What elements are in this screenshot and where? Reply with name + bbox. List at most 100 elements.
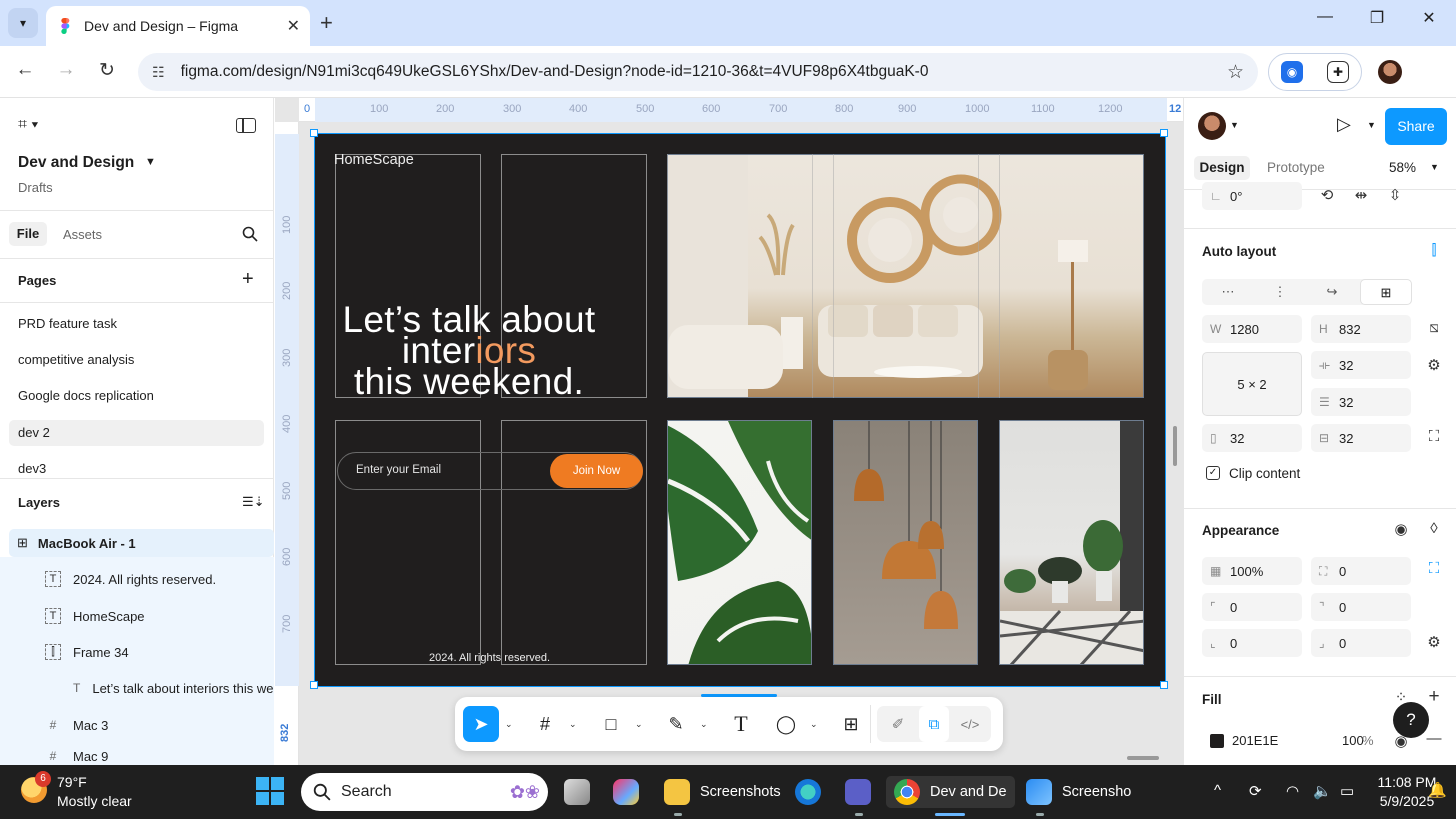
extensions-puzzle-icon[interactable]: ✚ xyxy=(1327,61,1349,83)
minimize-icon[interactable]: — xyxy=(1310,8,1340,26)
tray-overflow-chevron-icon[interactable]: ^ xyxy=(1214,782,1221,799)
actions-tool-icon[interactable]: ⊞ xyxy=(833,706,869,742)
battery-icon[interactable]: ▭ xyxy=(1340,782,1354,800)
horizontal-padding-field[interactable]: ▯ 32 xyxy=(1202,424,1302,452)
corner-bottom-right-field[interactable]: ⌟ 0 xyxy=(1311,629,1411,657)
taskbar-app-chrome[interactable]: Dev and De xyxy=(886,776,1015,808)
new-tab-button[interactable]: + xyxy=(320,10,333,36)
layer-item[interactable]: T Let’s talk about interiors this weeken… xyxy=(73,676,273,700)
wifi-icon[interactable]: ◠ xyxy=(1286,782,1299,800)
tab-assets[interactable]: Assets xyxy=(63,227,102,242)
chevron-down-icon[interactable]: ▼ xyxy=(1367,120,1376,130)
reload-icon[interactable]: ↻ xyxy=(94,59,120,82)
comment-tool-icon[interactable]: ◯ xyxy=(768,706,804,742)
chevron-down-icon[interactable]: ▼ xyxy=(145,156,156,168)
close-window-icon[interactable]: ✕ xyxy=(1414,8,1444,28)
project-location[interactable]: Drafts xyxy=(18,180,53,195)
tab-prototype[interactable]: Prototype xyxy=(1267,160,1325,175)
bookmark-star-icon[interactable]: ☆ xyxy=(1227,61,1244,84)
chevron-down-icon[interactable]: ⌄ xyxy=(569,719,577,730)
frame-tool-icon[interactable]: # xyxy=(527,706,563,742)
address-bar[interactable]: ☷ figma.com/design/N91mi3cq649UkeGSL6YSh… xyxy=(138,53,1258,91)
independent-corners-icon[interactable]: ⛶ xyxy=(1424,560,1444,577)
direction-horizontal-icon[interactable]: ⋯ xyxy=(1202,279,1254,305)
join-now-button[interactable]: Join Now xyxy=(550,454,643,488)
tab-file[interactable]: File xyxy=(9,222,47,246)
chevron-down-icon[interactable]: ▼ xyxy=(1430,162,1439,172)
screen-recorder-extension-icon[interactable]: ◉ xyxy=(1281,61,1303,83)
taskbar-app-snipping-tool[interactable]: Screensho xyxy=(1026,776,1131,808)
hero-heading[interactable]: Let’s talk about interiors this weekend. xyxy=(315,301,623,400)
draw-mode-icon[interactable]: ✐ xyxy=(883,706,913,742)
page-item[interactable]: Google docs replication xyxy=(9,383,264,409)
figma-menu-icon[interactable]: ⌗ ▾ xyxy=(18,116,38,134)
corner-top-right-field[interactable]: ⌝ 0 xyxy=(1311,593,1411,621)
design-canvas[interactable]: 0 100 200 300 400 500 600 700 800 900 10… xyxy=(275,98,1183,765)
back-arrow-icon[interactable]: ← xyxy=(12,59,38,81)
layer-item[interactable]: T 2024. All rights reserved. xyxy=(45,567,216,591)
direction-wrap-icon[interactable]: ↪ xyxy=(1306,279,1358,305)
copilot-icon[interactable] xyxy=(613,776,649,808)
sync-icon[interactable]: ⟳ xyxy=(1249,782,1262,800)
site-info-icon[interactable]: ☷ xyxy=(152,64,165,81)
page-item[interactable]: competitive analysis xyxy=(9,347,264,373)
user-avatar[interactable] xyxy=(1198,112,1226,140)
present-play-icon[interactable]: ▷ xyxy=(1337,114,1351,135)
notifications-bell-icon[interactable]: 🔔 xyxy=(1428,781,1447,799)
restore-window-icon[interactable]: ❐ xyxy=(1362,8,1392,28)
search-icon[interactable] xyxy=(242,226,258,242)
teams-icon[interactable] xyxy=(845,776,881,808)
tab-close-icon[interactable]: ✕ xyxy=(287,16,300,36)
edge-browser-icon[interactable] xyxy=(795,776,831,808)
weather-condition[interactable]: Mostly clear xyxy=(57,793,132,809)
tab-design[interactable]: Design xyxy=(1194,156,1250,180)
direction-vertical-icon[interactable]: ⋮ xyxy=(1254,279,1306,305)
layer-root-macbook-air[interactable]: ⊞ MacBook Air - 1 xyxy=(9,529,274,557)
layers-sort-icon[interactable]: ☰⇣ xyxy=(242,494,265,510)
chevron-down-icon[interactable]: ⌄ xyxy=(635,719,643,730)
taskbar-app-screenshots-folder[interactable]: Screenshots xyxy=(664,776,781,808)
add-fill-plus-icon[interactable]: + xyxy=(1424,686,1444,708)
horizontal-scrollbar[interactable] xyxy=(1127,756,1159,760)
resize-handle-top-right[interactable] xyxy=(1160,129,1168,137)
move-tool-icon[interactable]: ➤ xyxy=(463,706,499,742)
copyright-text[interactable]: 2024. All rights reserved. xyxy=(429,652,550,664)
task-view-icon[interactable] xyxy=(564,776,600,808)
toggle-sidebar-icon[interactable] xyxy=(236,118,256,133)
zoom-level[interactable]: 58% xyxy=(1389,160,1416,175)
chevron-down-icon[interactable]: ▼ xyxy=(1230,120,1239,130)
pendant-lamps-image[interactable] xyxy=(833,420,978,665)
alignment-settings-icon[interactable]: ⚙ xyxy=(1424,356,1444,374)
fill-color-swatch[interactable] xyxy=(1210,734,1224,748)
vertical-padding-field[interactable]: ⊟ 32 xyxy=(1311,424,1411,452)
page-item-active[interactable]: dev 2 xyxy=(9,420,264,446)
resizing-icon[interactable]: ⧅ xyxy=(1424,319,1444,336)
share-button[interactable]: Share xyxy=(1385,108,1447,145)
grid-size-picker[interactable]: 5 × 2 xyxy=(1202,352,1302,416)
help-button[interactable]: ? xyxy=(1393,702,1429,738)
resize-handle-bottom-right[interactable] xyxy=(1160,681,1168,689)
fill-opacity[interactable]: 100 xyxy=(1342,733,1364,748)
living-room-image[interactable] xyxy=(667,154,1144,398)
macbook-air-frame[interactable]: HomeScape Let’s talk about interiors thi… xyxy=(310,129,1168,689)
chevron-down-icon[interactable]: ⌄ xyxy=(700,719,708,730)
vertical-gap-field[interactable]: ☰ 32 xyxy=(1311,388,1411,416)
url-text[interactable]: figma.com/design/N91mi3cq649UkeGSL6YShx/… xyxy=(181,63,1227,81)
height-field[interactable]: H 832 xyxy=(1311,315,1411,343)
layer-item[interactable]: # Mac 9 xyxy=(45,749,109,765)
plants-room-image[interactable] xyxy=(999,420,1144,665)
layer-item[interactable]: T HomeScape xyxy=(45,604,145,628)
rectangle-tool-icon[interactable]: □ xyxy=(593,706,629,742)
remove-fill-minus-icon[interactable]: — xyxy=(1424,730,1444,747)
individual-padding-icon[interactable]: ⛶ xyxy=(1424,428,1444,445)
flip-vertical-icon[interactable]: ⇳ xyxy=(1385,186,1405,204)
flip-horizontal-icon[interactable]: ⇹ xyxy=(1351,186,1371,204)
corner-settings-icon[interactable]: ⚙ xyxy=(1424,633,1444,651)
corner-top-left-field[interactable]: ⌜ 0 xyxy=(1202,593,1302,621)
corner-radius-field[interactable]: ⛶ 0 xyxy=(1311,557,1411,585)
volume-icon[interactable]: 🔈 xyxy=(1313,782,1332,800)
project-name[interactable]: Dev and Design xyxy=(18,154,134,172)
taskbar-search[interactable]: Search ✿❀ xyxy=(301,773,548,811)
width-field[interactable]: W 1280 xyxy=(1202,315,1302,343)
rotate-icon[interactable]: ⟲ xyxy=(1317,186,1337,204)
